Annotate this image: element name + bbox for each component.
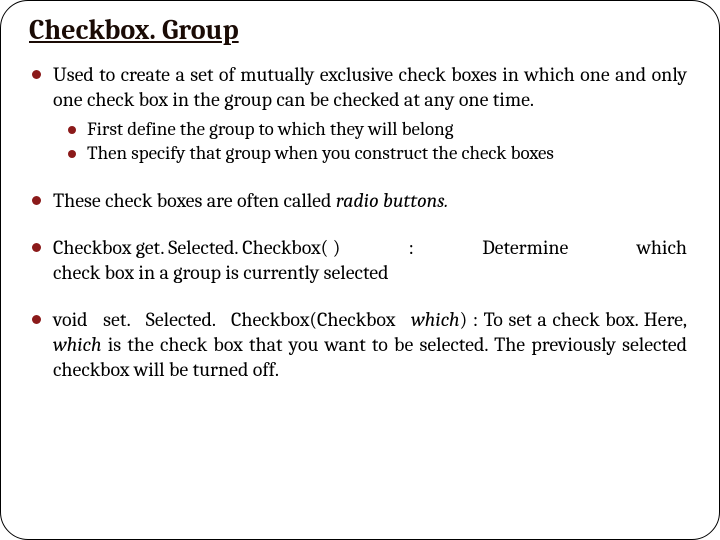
bullet-3-colon: :: [409, 235, 414, 260]
bullet-4-after1: : To set a check box. Here,: [467, 308, 687, 331]
bullet-4-sigline: void set. Selected. Checkbox(Checkbox wh…: [53, 308, 467, 331]
bullet-4-sig: void set. Selected. Checkbox(Checkbox: [53, 308, 411, 331]
bullet-3-signature: Checkbox get. Selected. Checkbox( ): [53, 235, 340, 260]
bullet-4: void set. Selected. Checkbox(Checkbox wh…: [29, 307, 687, 382]
bullet-3-which: which: [637, 235, 687, 260]
bullet-3: Checkbox get. Selected. Checkbox( ) : De…: [29, 235, 687, 285]
bullet-3-line1: Checkbox get. Selected. Checkbox( ) : De…: [53, 235, 687, 260]
bullet-1-text: Used to create a set of mutually exclusi…: [53, 63, 687, 111]
bullet-2: These check boxes are often called radio…: [29, 188, 687, 213]
sub-bullet-list: First define the group to which they wil…: [65, 118, 687, 166]
bullet-2-prefix: These check boxes are often called: [53, 189, 336, 212]
bullet-3-line2: check box in a group is currently select…: [53, 260, 687, 285]
bullet-4-sig-italic: which: [411, 308, 460, 331]
bullet-2-italic: radio buttons.: [336, 189, 448, 212]
bullet-3-determine: Determine: [482, 235, 568, 260]
slide-title: Checkbox. Group: [29, 13, 691, 48]
bullet-4-after2: is the check box that you want to be sel…: [53, 333, 687, 381]
bullet-4-which2: which: [53, 333, 102, 356]
sub-bullet-1: First define the group to which they wil…: [65, 118, 687, 142]
slide-frame: Checkbox. Group Used to create a set of …: [0, 0, 720, 540]
bullet-1: Used to create a set of mutually exclusi…: [29, 62, 687, 166]
sub-bullet-2: Then specify that group when you constru…: [65, 142, 687, 166]
bullet-list: Used to create a set of mutually exclusi…: [29, 62, 691, 382]
